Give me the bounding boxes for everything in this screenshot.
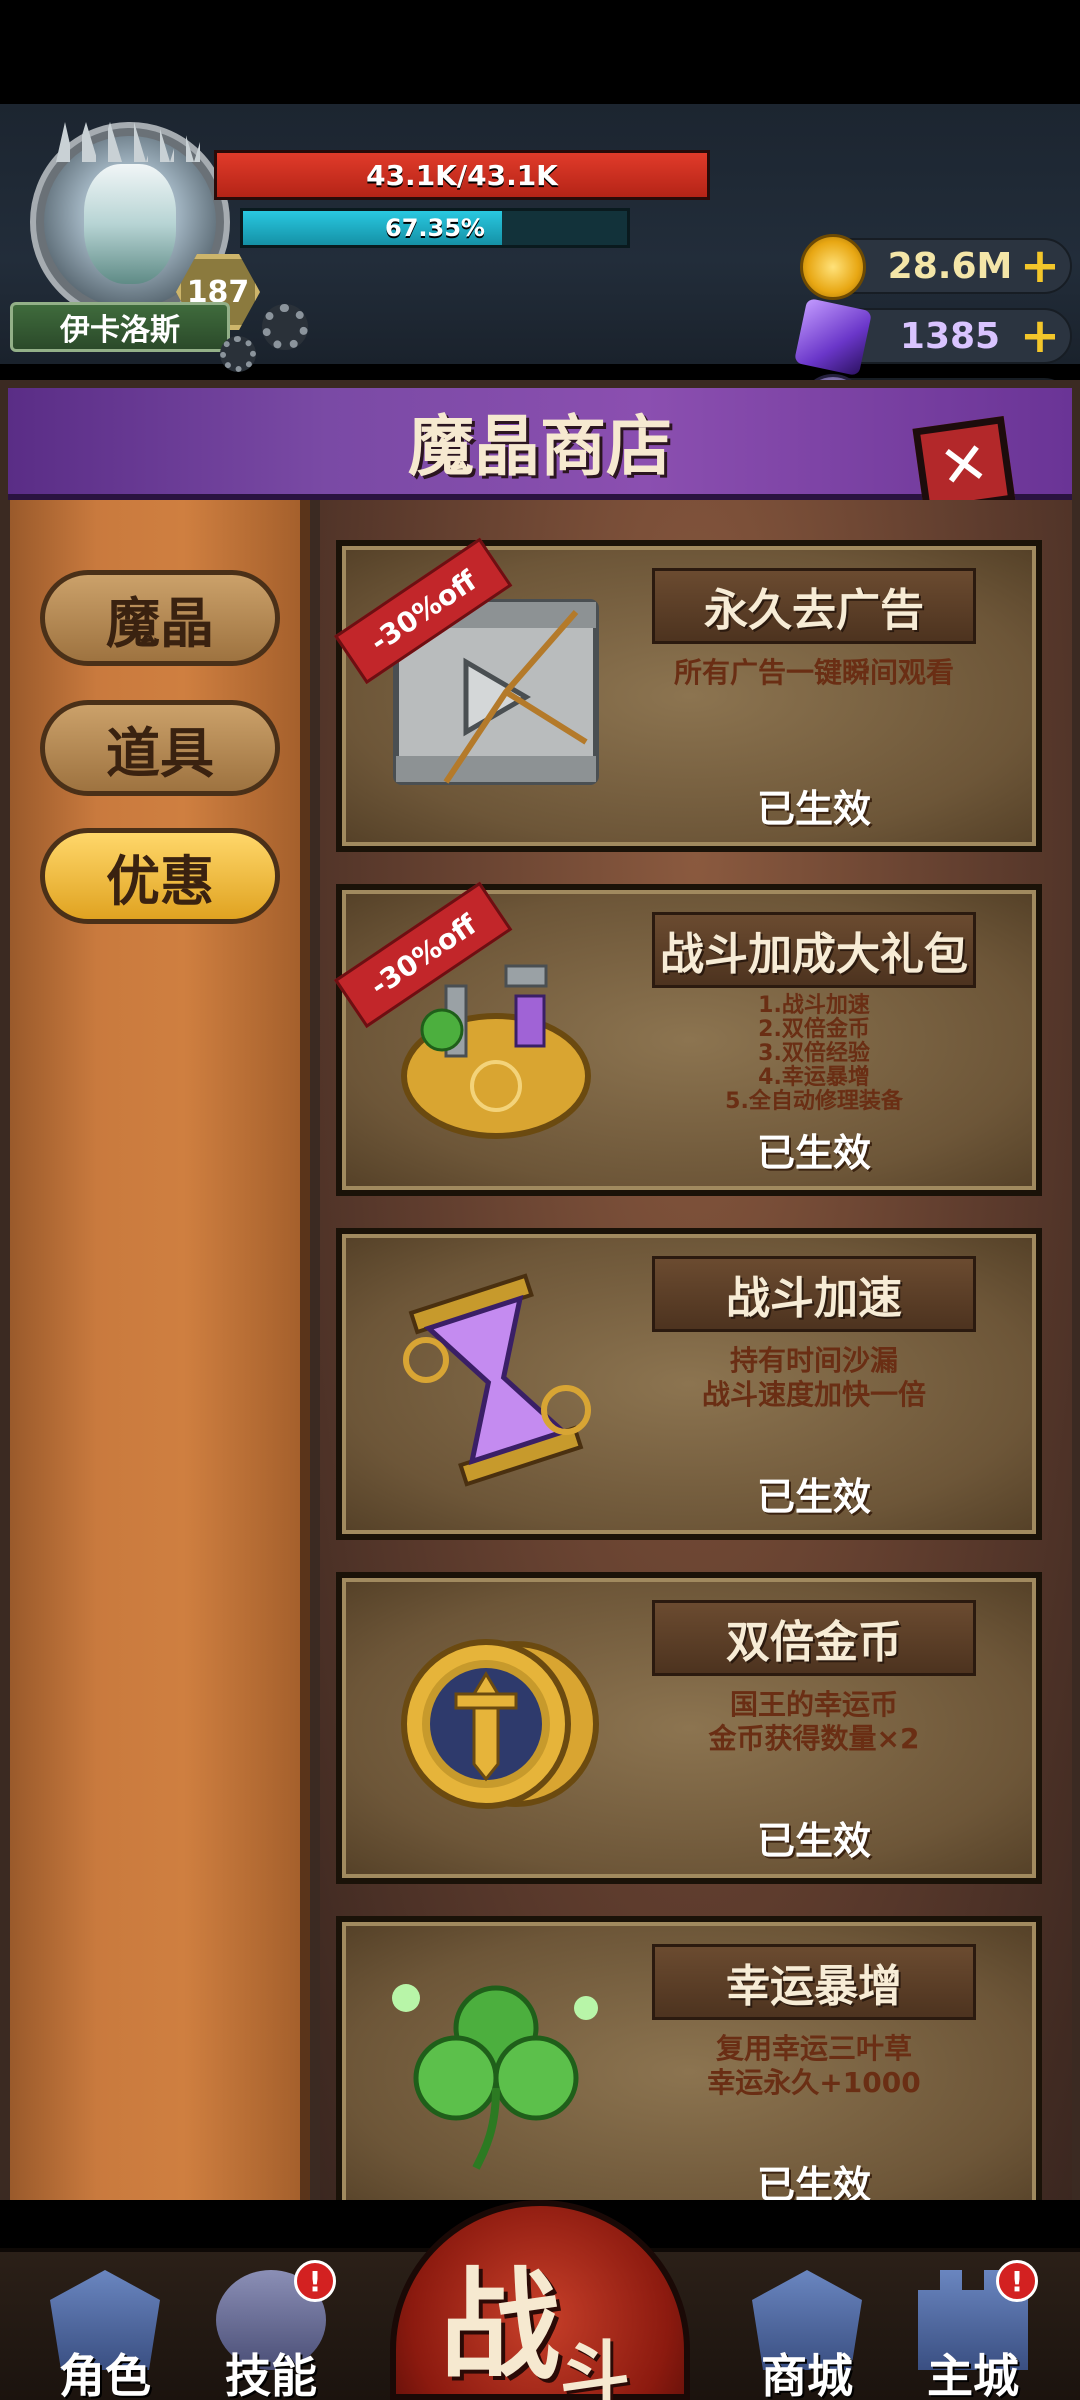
nav-label: 主城 <box>927 2349 1019 2400</box>
offer-title: 战斗加速 <box>652 1256 976 1332</box>
xp-bar: 67.35% <box>240 208 630 248</box>
close-icon: ✕ <box>935 427 993 503</box>
offer-card-battle-speed[interactable]: 战斗加速 持有时间沙漏 战斗速度加快一倍 已生效 <box>336 1228 1042 1540</box>
shop-title: 魔晶商店 <box>408 408 672 485</box>
gem-currency: 1385 + <box>793 297 1072 377</box>
small-gear-icon <box>220 336 256 372</box>
offer-title: 永久去广告 <box>652 568 976 644</box>
offer-card-luck-boost[interactable]: 幸运暴增 复用幸运三叶草 幸运永久+1000 已生效 <box>336 1916 1042 2200</box>
offer-card-remove-ads[interactable]: 永久去广告 所有广告一键瞬间观看 已生效 -30%off <box>334 537 1042 852</box>
player-name: 伊卡洛斯 <box>60 313 180 348</box>
nav-item-skills[interactable]: 技能 ! <box>196 2260 346 2400</box>
portrait <box>84 164 176 284</box>
shop-window: 魔晶商店 ✕ 魔晶 道具 优惠 永久去广告 所有广告一键瞬间观看 已生效 -30… <box>0 380 1080 2200</box>
offer-status: 已生效 <box>756 2163 871 2200</box>
battle-label: 战 <box>440 2257 560 2396</box>
hp-bar: 43.1K/43.1K <box>214 150 710 200</box>
tab-magic-crystal[interactable]: 魔晶 <box>40 570 280 666</box>
offer-title: 战斗加成大礼包 <box>652 912 976 988</box>
gem-value: 1385 <box>899 315 1001 357</box>
nav-label: 技能 <box>225 2349 317 2400</box>
offer-status: 已生效 <box>756 1131 871 1175</box>
tab-label: 优惠 <box>106 849 214 913</box>
notification-badge: ! <box>294 2260 336 2302</box>
nav-item-main-city[interactable]: 主城 ! <box>898 2260 1048 2400</box>
crown-icon <box>56 122 206 162</box>
add-gem-button[interactable]: + <box>1018 312 1062 360</box>
settings-gear-icon[interactable] <box>262 304 308 350</box>
offer-description: 国王的幸运币 金币获得数量×2 <box>708 1688 920 1755</box>
battle-label-2: 斗 <box>560 2333 630 2400</box>
player-header: 187 伊卡洛斯 43.1K/43.1K 67.35% 28.6M + 1385… <box>0 104 1080 440</box>
offer-status: 已生效 <box>756 787 871 831</box>
offer-status: 已生效 <box>756 1819 871 1863</box>
hp-text: 43.1K/43.1K <box>366 158 558 192</box>
hourglass-icon <box>386 1270 606 1490</box>
offer-title: 双倍金币 <box>652 1600 976 1676</box>
tab-label: 道具 <box>106 721 214 785</box>
xp-text: 67.35% <box>385 214 485 242</box>
player-name-plate: 伊卡洛斯 <box>10 302 230 352</box>
nav-label: 商城 <box>761 2349 853 2400</box>
offer-description: 复用幸运三叶草 幸运永久+1000 <box>707 2032 921 2099</box>
offer-card-double-gold[interactable]: 双倍金币 国王的幸运币 金币获得数量×2 已生效 <box>336 1572 1042 1884</box>
coin-icon <box>386 1614 606 1834</box>
offer-card-battle-bundle[interactable]: 战斗加成大礼包 1.战斗加速 2.双倍金币 3.双倍经验 4.幸运暴增 5.全自… <box>334 881 1042 1196</box>
notification-badge: ! <box>996 2260 1038 2302</box>
shop-tabs-panel: 魔晶 道具 优惠 <box>10 500 310 2200</box>
offer-status: 已生效 <box>756 1475 871 1519</box>
tab-items[interactable]: 道具 <box>40 700 280 796</box>
shop-title-bar: 魔晶商店 <box>8 388 1072 500</box>
nav-label: 角色 <box>59 2349 151 2400</box>
status-bar <box>0 0 1080 104</box>
offer-description: 所有广告一键瞬间观看 <box>673 656 954 689</box>
nav-item-store[interactable]: 商城 <box>732 2260 882 2400</box>
tab-deals[interactable]: 优惠 <box>40 828 280 924</box>
gold-coin-icon <box>800 234 866 300</box>
nav-item-character[interactable]: 角色 <box>30 2260 180 2400</box>
gem-icon <box>793 297 873 377</box>
gold-currency: 28.6M + <box>800 234 1072 300</box>
tab-label: 魔晶 <box>106 591 214 655</box>
offer-title: 幸运暴增 <box>652 1944 976 2020</box>
gold-value: 28.6M <box>887 245 1013 287</box>
add-gold-button[interactable]: + <box>1018 242 1062 290</box>
offer-list[interactable]: 永久去广告 所有广告一键瞬间观看 已生效 -30%off 战斗加成大礼包 1.战… <box>320 500 1072 2200</box>
offer-description: 1.战斗加速 2.双倍金币 3.双倍经验 4.幸运暴增 5.全自动修理装备 <box>725 993 903 1114</box>
offer-description: 持有时间沙漏 战斗速度加快一倍 <box>701 1344 926 1411</box>
clover-icon <box>386 1958 606 2178</box>
